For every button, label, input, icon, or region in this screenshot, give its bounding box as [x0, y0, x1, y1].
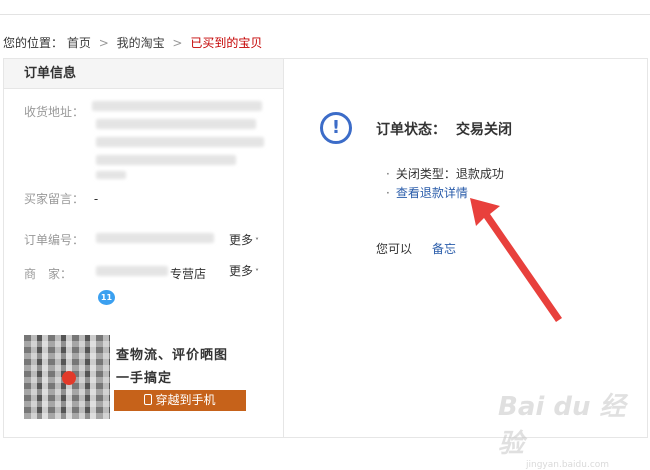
seller-suffix[interactable]: 专营店: [170, 265, 206, 282]
seller-name-blurred: [96, 266, 168, 276]
seller-label: 商 家：: [24, 267, 73, 281]
address-blurred: [96, 155, 236, 165]
order-info-panel: 订单信息 收货地址： 买家留言： - 订单编号： 更多 ˅ 商 家： 专营店 更多…: [4, 59, 284, 437]
watermark-text: Bai du 经验: [498, 392, 626, 459]
promo-line-2: 一手搞定: [116, 371, 173, 386]
chevron-down-icon: ˅: [255, 237, 260, 246]
seller-more-dropdown[interactable]: 更多 ˅: [229, 262, 259, 279]
top-divider: [0, 14, 650, 15]
breadcrumb-current: 已买到的宝贝: [190, 36, 263, 50]
address-blurred: [92, 101, 262, 111]
chevron-down-icon: ˅: [255, 268, 260, 277]
breadcrumb-separator: >: [98, 36, 109, 50]
order-status-label: 订单状态：: [376, 122, 446, 138]
address-label: 收货地址：: [24, 105, 85, 119]
order-info-title: 订单信息: [4, 59, 283, 89]
order-number-blurred: [96, 233, 214, 243]
order-status: 订单状态： 交易关闭: [376, 119, 512, 139]
chat-icon[interactable]: 11: [98, 290, 115, 305]
memo-link[interactable]: 备忘: [432, 240, 456, 257]
address-blurred: [96, 119, 256, 129]
close-type: · 关闭类型：退款成功: [386, 167, 504, 181]
watermark: Bai du 经验 jingyan.baidu.com: [498, 386, 648, 470]
order-status-value: 交易关闭: [456, 122, 512, 138]
qr-logo-icon: [62, 371, 76, 385]
refund-details-link[interactable]: · 查看退款详情: [386, 184, 468, 201]
order-number-label: 订单编号：: [24, 233, 85, 247]
phone-icon: [144, 394, 153, 405]
watermark-sub: jingyan.baidu.com: [526, 460, 610, 470]
you-can-label: 您可以: [376, 242, 413, 256]
qr-code: [24, 335, 110, 419]
address-blurred: [96, 137, 264, 147]
breadcrumb-my-taobao-link[interactable]: 我的淘宝: [117, 34, 165, 51]
send-to-phone-button[interactable]: 穿越到手机: [114, 390, 246, 411]
red-arrow-annotation: [470, 198, 562, 322]
buyer-message-label: 买家留言： -: [24, 192, 99, 206]
address-blurred: [96, 171, 126, 179]
breadcrumb-separator: >: [172, 36, 183, 50]
order-more-dropdown[interactable]: 更多 ˅: [229, 231, 259, 248]
breadcrumb-home-link[interactable]: 首页: [67, 34, 91, 51]
breadcrumb-prefix: 您的位置：: [3, 36, 64, 50]
promo-line-1: 查物流、评价晒图: [116, 348, 229, 363]
breadcrumb: 您的位置： 首页 > 我的淘宝 > 已买到的宝贝: [3, 34, 262, 51]
exclamation-icon: !: [320, 112, 352, 144]
